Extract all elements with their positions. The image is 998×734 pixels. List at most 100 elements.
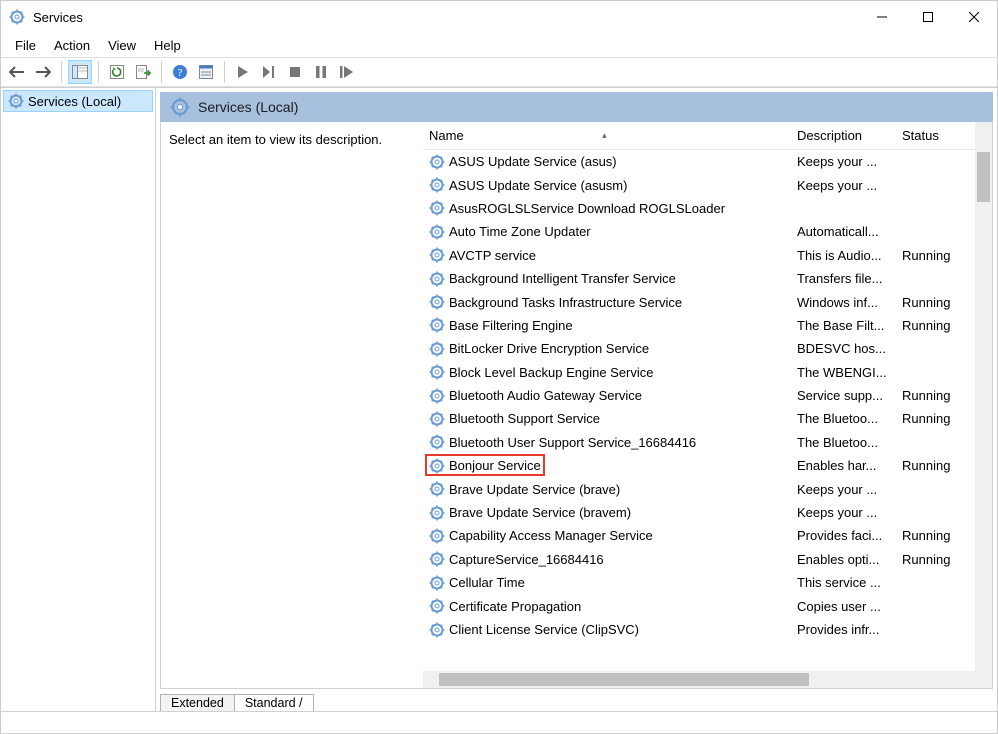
toolbar-separator (61, 61, 62, 83)
content-pane: Services (Local) Select an item to view … (156, 88, 997, 689)
show-hide-tree-button[interactable] (68, 60, 92, 84)
nav-forward-button[interactable] (31, 60, 55, 84)
service-row[interactable]: Certificate PropagationCopies user ... (423, 594, 975, 617)
service-description: Provides infr... (791, 622, 896, 637)
gear-icon (429, 505, 445, 521)
service-status: Running (896, 552, 971, 567)
export-list-button[interactable] (131, 60, 155, 84)
content-header-title: Services (Local) (198, 99, 298, 115)
service-row[interactable]: Cellular TimeThis service ... (423, 571, 975, 594)
service-row[interactable]: ASUS Update Service (asusm)Keeps your ..… (423, 173, 975, 196)
service-description: This is Audio... (791, 248, 896, 263)
close-button[interactable] (951, 1, 997, 33)
service-row[interactable]: Background Tasks Infrastructure ServiceW… (423, 290, 975, 313)
tree-item-label: Services (Local) (28, 94, 121, 109)
svg-text:?: ? (178, 67, 183, 79)
properties-button[interactable] (194, 60, 218, 84)
menu-file[interactable]: File (7, 36, 44, 55)
stop-service-button[interactable] (283, 60, 307, 84)
service-row[interactable]: CaptureService_16684416Enables opti...Ru… (423, 548, 975, 571)
service-description: Copies user ... (791, 599, 896, 614)
column-header-description[interactable]: Description (791, 122, 896, 149)
service-description: Service supp... (791, 388, 896, 403)
service-list-pane: Name ▴ Description Status ASUS Update Se… (423, 122, 992, 688)
menu-bar: File Action View Help (1, 33, 997, 57)
service-row[interactable]: AsusROGLSLService Download ROGLSLoader (423, 197, 975, 220)
service-row[interactable]: Bluetooth Audio Gateway Service Service s… (423, 384, 975, 407)
gear-icon (8, 93, 24, 109)
status-bar (1, 711, 997, 733)
start-once-button[interactable] (257, 60, 281, 84)
service-name: Bluetooth User Support Service_16684416 (449, 435, 696, 450)
restart-service-button[interactable] (335, 60, 359, 84)
help-button[interactable]: ? (168, 60, 192, 84)
service-row[interactable]: ASUS Update Service (asus)Keeps your ... (423, 150, 975, 173)
service-description: The WBENGI... (791, 365, 896, 380)
service-name: Brave Update Service (bravem) (449, 505, 631, 520)
tab-extended[interactable]: Extended (160, 694, 235, 711)
service-row[interactable]: Base Filtering EngineThe Base Filt...Run… (423, 314, 975, 337)
minimize-button[interactable] (859, 1, 905, 33)
column-header-name[interactable]: Name ▴ (423, 122, 791, 149)
description-prompt: Select an item to view its description. (169, 132, 382, 147)
service-row[interactable]: AVCTP service This is Audio...Running (423, 244, 975, 267)
column-header-status[interactable]: Status (896, 122, 971, 149)
gear-icon (429, 294, 445, 310)
right-area: Services (Local) Select an item to view … (156, 88, 997, 711)
service-status: Running (896, 248, 971, 263)
service-row[interactable]: Background Intelligent Transfer ServiceT… (423, 267, 975, 290)
toolbar-separator (98, 61, 99, 83)
content-body: Services (Local) Services (Local) Select… (1, 87, 997, 711)
service-name: Bluetooth Support Service (449, 411, 600, 426)
tree-item-services-local[interactable]: Services (Local) (3, 90, 153, 112)
service-row[interactable]: Bonjour ServiceEnables har...Running (423, 454, 975, 477)
menu-view[interactable]: View (100, 36, 144, 55)
service-row[interactable]: Bluetooth User Support Service_16684416T… (423, 431, 975, 454)
description-pane: Select an item to view its description. (161, 122, 423, 688)
service-name: Bluetooth Audio Gateway Service (449, 388, 642, 403)
service-name: BitLocker Drive Encryption Service (449, 341, 649, 356)
service-name: Capability Access Manager Service (449, 528, 653, 543)
service-description: The Bluetoo... (791, 411, 896, 426)
services-window: Services File Action View Help (0, 0, 998, 734)
service-row[interactable]: Bluetooth Support ServiceThe Bluetoo...R… (423, 407, 975, 430)
service-name: Bonjour Service (449, 458, 541, 473)
gear-icon (429, 317, 445, 333)
tab-standard[interactable]: Standard / (234, 694, 314, 711)
gear-icon (429, 458, 445, 474)
service-row[interactable]: Capability Access Manager ServiceProvide… (423, 524, 975, 547)
service-row[interactable]: Brave Update Service (bravem)Keeps your … (423, 501, 975, 524)
gear-icon (429, 224, 445, 240)
window-title: Services (33, 10, 859, 25)
nav-back-button[interactable] (5, 60, 29, 84)
vertical-scrollbar[interactable] (975, 122, 992, 688)
service-status: Running (896, 295, 971, 310)
maximize-button[interactable] (905, 1, 951, 33)
toolbar-separator (161, 61, 162, 83)
refresh-button[interactable] (105, 60, 129, 84)
service-name: CaptureService_16684416 (449, 552, 604, 567)
menu-help[interactable]: Help (146, 36, 189, 55)
gear-icon (429, 177, 445, 193)
pause-service-button[interactable] (309, 60, 333, 84)
service-description: Keeps your ... (791, 178, 896, 193)
service-status: Running (896, 318, 971, 333)
gear-icon (429, 622, 445, 638)
service-row[interactable]: BitLocker Drive Encryption ServiceBDESVC… (423, 337, 975, 360)
split-pane: Select an item to view its description. … (160, 122, 993, 689)
service-status: Running (896, 458, 971, 473)
service-row[interactable]: Brave Update Service (brave)Keeps your .… (423, 477, 975, 500)
service-description: This service ... (791, 575, 896, 590)
service-row[interactable]: Auto Time Zone UpdaterAutomaticall... (423, 220, 975, 243)
gear-icon (429, 575, 445, 591)
service-row[interactable]: Client License Service (ClipSVC)Provides… (423, 618, 975, 641)
horizontal-scrollbar[interactable] (423, 671, 975, 688)
service-name: Background Tasks Infrastructure Service (449, 295, 682, 310)
service-name: AVCTP service (449, 248, 536, 263)
start-service-button[interactable] (231, 60, 255, 84)
gear-icon (429, 481, 445, 497)
service-description: Automaticall... (791, 224, 896, 239)
menu-action[interactable]: Action (46, 36, 98, 55)
window-controls (859, 1, 997, 33)
service-row[interactable]: Block Level Backup Engine ServiceThe WBE… (423, 361, 975, 384)
